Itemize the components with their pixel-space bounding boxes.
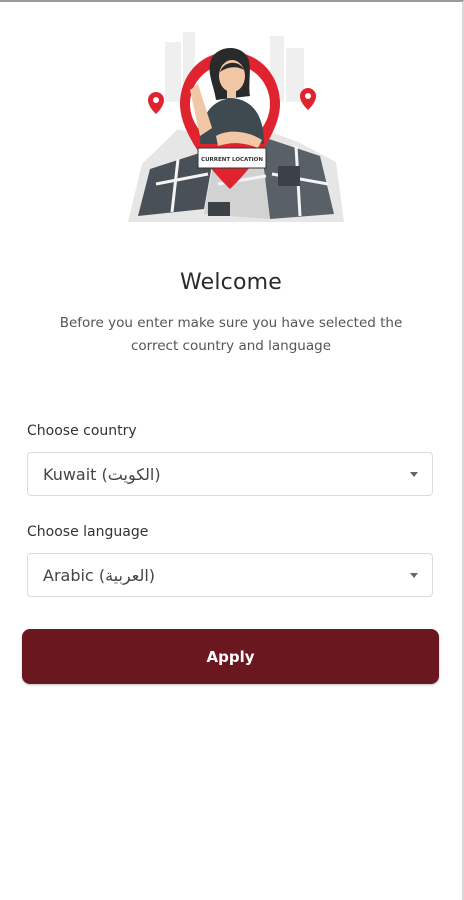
small-location-pin-icon bbox=[300, 88, 316, 110]
small-location-pin-icon bbox=[148, 92, 164, 114]
app-frame: CURRENT LOCATION Welcome Before you ente… bbox=[0, 0, 464, 900]
country-select[interactable]: Kuwait (الكويت) bbox=[27, 452, 433, 496]
language-selected-value: Arabic (العربية) bbox=[43, 566, 156, 585]
chevron-down-icon bbox=[410, 472, 418, 477]
country-label: Choose country bbox=[27, 423, 137, 439]
country-selected-value: Kuwait (الكويت) bbox=[43, 465, 161, 484]
current-location-sign: CURRENT LOCATION bbox=[201, 157, 263, 163]
welcome-subtitle: Before you enter make sure you have sele… bbox=[59, 315, 403, 354]
language-select[interactable]: Arabic (العربية) bbox=[27, 553, 433, 597]
language-label: Choose language bbox=[27, 524, 149, 540]
apply-button[interactable]: Apply bbox=[22, 629, 439, 684]
chevron-down-icon bbox=[410, 573, 418, 578]
location-map-illustration: CURRENT LOCATION bbox=[128, 32, 344, 222]
welcome-title: Welcome bbox=[179, 270, 283, 295]
